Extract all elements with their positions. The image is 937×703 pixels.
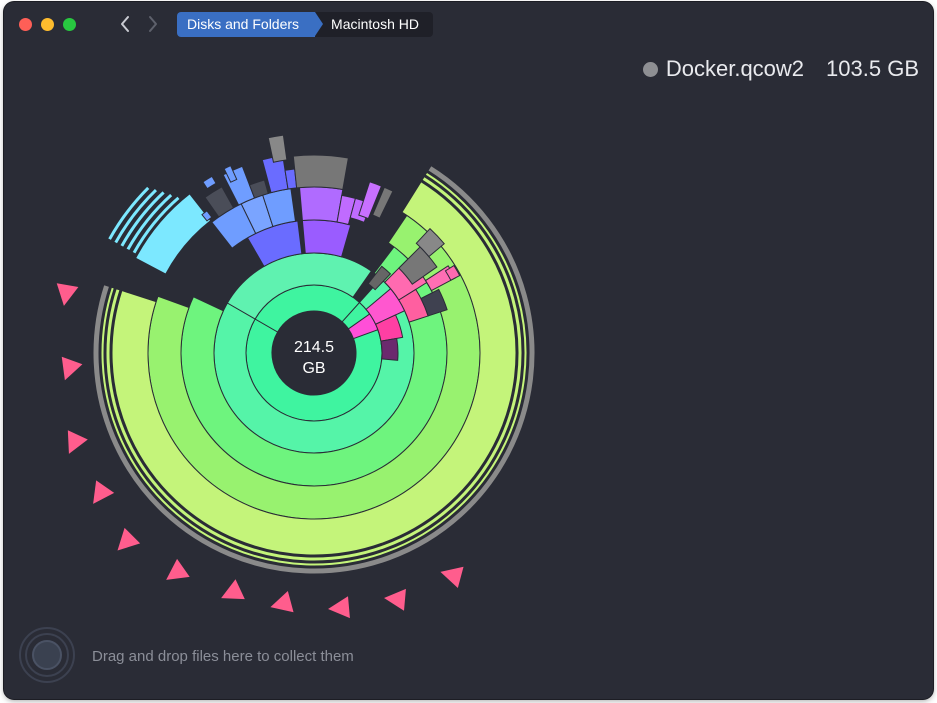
sunburst-segment[interactable] [292, 154, 349, 191]
drop-zone-hint: Drag and drop files here to collect them [92, 648, 354, 665]
disk-usage-sunburst[interactable]: 214.5 GB [4, 2, 933, 699]
collapsed-items-marker[interactable] [55, 356, 83, 384]
collapsed-items-marker[interactable] [160, 558, 190, 589]
collapsed-items-marker[interactable] [327, 596, 350, 620]
collapsed-items-marker[interactable] [59, 430, 88, 458]
collapsed-items-marker[interactable] [383, 587, 406, 611]
collapsed-items-marker[interactable] [216, 579, 245, 608]
sunburst-segment[interactable] [298, 186, 344, 223]
app-window: Disks and Folders Macintosh HD Docker.qc… [4, 2, 933, 699]
total-size-value: 214.5 [294, 339, 334, 356]
collapsed-items-marker[interactable] [268, 591, 294, 618]
sunburst-segment[interactable] [380, 337, 399, 361]
collapsed-items-marker[interactable] [84, 480, 115, 510]
sunburst-segment[interactable] [202, 175, 217, 190]
collector-icon[interactable] [18, 626, 76, 684]
collapsed-items-marker[interactable] [53, 283, 79, 308]
total-size-unit: GB [302, 360, 325, 377]
collapsed-items-marker[interactable] [438, 561, 464, 588]
sunburst-segment[interactable] [301, 219, 352, 258]
collapsed-items-marker[interactable] [110, 527, 141, 558]
